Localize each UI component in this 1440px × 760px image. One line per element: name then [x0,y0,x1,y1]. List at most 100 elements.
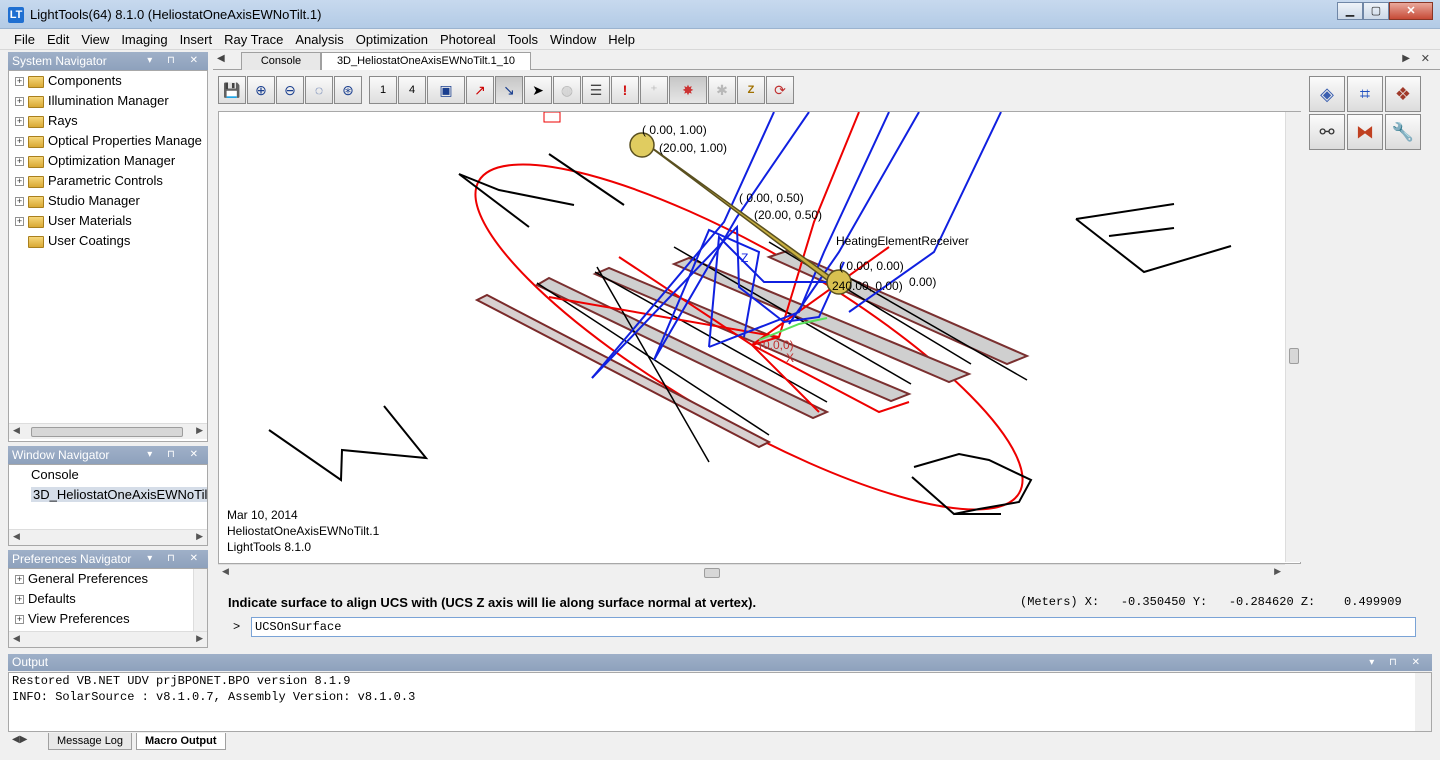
solid-tool-icon[interactable]: ❖ [1385,76,1421,112]
3d-viewport[interactable]: ( 0.00, 1.00) (20.00, 1.00) ( 0.00, 0.50… [218,111,1301,564]
menu-window[interactable]: Window [544,32,602,47]
view-4-icon[interactable]: 4 [398,76,426,104]
panel-controls-icon[interactable]: ▾ ⊓ ✕ [147,52,204,70]
scroll-left-icon[interactable]: ◀ [222,566,229,577]
scroll-right-icon[interactable]: ▶ [196,633,203,644]
rotate-icon[interactable]: ⟳ [766,76,794,104]
folder-icon [28,95,44,108]
window-item-console[interactable]: Console [9,465,207,485]
expand-icon[interactable]: + [15,117,24,127]
scroll-thumb[interactable] [1289,348,1299,364]
panel-controls-icon[interactable]: ▾ ⊓ ✕ [147,446,204,464]
scroll-left-icon[interactable]: ◀ [13,425,20,436]
zoom-fit-icon[interactable]: ⊛ [334,76,362,104]
pref-item-view[interactable]: + View Preferences [9,609,207,629]
zoom-in-icon[interactable]: ⊕ [247,76,275,104]
axes-icon[interactable]: ↗ [466,76,494,104]
expand-icon[interactable]: + [15,615,24,625]
minimize-button[interactable]: ▁ [1337,2,1363,20]
tree-item-components[interactable]: + Components [9,71,207,91]
window-item-3d-view[interactable]: 3D_HeliostatOneAxisEWNoTilt. [9,485,207,505]
pref-item-general[interactable]: + General Preferences [9,569,207,589]
viewport-horizontal-scrollbar[interactable]: ◀ ▶ [218,564,1285,580]
panel-controls-icon[interactable]: ▾ ⊓ ✕ [1369,654,1426,671]
tab-3d-view[interactable]: 3D_HeliostatOneAxisEWNoTilt.1_10 [321,52,531,70]
notes-icon[interactable]: ☰ [582,76,610,104]
scroll-right-icon[interactable]: ▶ [196,531,203,542]
tab-scroll-right-icon[interactable]: ▶ [1402,53,1410,64]
scroll-left-icon[interactable]: ◀ [13,633,20,644]
expand-icon[interactable]: + [15,595,24,605]
menu-photoreal[interactable]: Photoreal [434,32,502,47]
menu-tools[interactable]: Tools [502,32,544,47]
lens-tool-icon[interactable]: ◈ [1309,76,1345,112]
tree-item-studio-manager[interactable]: + Studio Manager [9,191,207,211]
tab-message-log[interactable]: Message Log [48,733,133,750]
wireframe-icon[interactable]: ▣ [427,76,465,104]
menu-insert[interactable]: Insert [174,32,219,47]
error-icon[interactable]: ! [611,76,639,104]
tree-item-user-coatings[interactable]: +User Coatings [9,231,207,251]
scroll-left-icon[interactable]: ◀ [13,531,20,542]
scroll-right-icon[interactable]: ▶ [196,425,203,436]
close-button[interactable]: ✕ [1389,2,1433,20]
tab-close-icon[interactable]: ✕ [1421,52,1430,65]
menu-file[interactable]: File [8,32,41,47]
add-marker-icon[interactable]: ⁺ [640,76,668,104]
pointer-icon[interactable]: ➤ [524,76,552,104]
expand-icon[interactable]: + [15,137,24,147]
tab-scroll-left-icon[interactable]: ◀ [217,53,225,64]
menu-imaging[interactable]: Imaging [115,32,173,47]
receiver-tool-icon[interactable]: ⚯ [1309,114,1345,150]
scroll-thumb[interactable] [704,568,720,578]
panel-controls-icon[interactable]: ▾ ⊓ ✕ [147,550,204,568]
tree-item-optimization-manager[interactable]: + Optimization Manager [9,151,207,171]
source-tool-icon[interactable]: ⧓ [1347,114,1383,150]
vertical-scrollbar[interactable] [1415,673,1431,731]
tab-scroll-icon[interactable]: ◀▶ [12,734,27,745]
expand-icon[interactable]: + [15,217,24,227]
vertical-scrollbar[interactable] [193,569,207,631]
horizontal-scrollbar[interactable]: ◀ ▶ [9,423,207,439]
tree-item-rays[interactable]: + Rays [9,111,207,131]
expand-icon[interactable]: + [15,575,24,585]
menu-ray-trace[interactable]: Ray Trace [218,32,289,47]
expand-icon[interactable]: + [15,157,24,167]
scroll-right-icon[interactable]: ▶ [1274,566,1281,577]
z-icon[interactable]: Z [737,76,765,104]
menu-edit[interactable]: Edit [41,32,75,47]
lens-icon[interactable]: ◍ [553,76,581,104]
tree-item-optical-properties[interactable]: + Optical Properties Manage [9,131,207,151]
menu-optimization[interactable]: Optimization [350,32,434,47]
expand-icon[interactable]: + [15,77,24,87]
wrench-icon[interactable]: 🔧 [1385,114,1421,150]
horizontal-scrollbar[interactable]: ◀ ▶ [9,529,207,545]
expand-icon[interactable]: + [15,177,24,187]
tab-macro-output[interactable]: Macro Output [136,733,226,750]
tree-item-illumination-manager[interactable]: + Illumination Manager [9,91,207,111]
command-input[interactable] [251,617,1416,637]
save-icon[interactable]: 💾 [218,76,246,104]
expand-icon[interactable]: + [15,197,24,207]
menu-view[interactable]: View [75,32,115,47]
menu-help[interactable]: Help [602,32,641,47]
menu-analysis[interactable]: Analysis [289,32,349,47]
pref-item-defaults[interactable]: + Defaults [9,589,207,609]
scroll-thumb[interactable] [31,427,183,437]
bug-icon[interactable]: ✱ [708,76,736,104]
zoom-window-icon[interactable]: ◌ [305,76,333,104]
view-1-icon[interactable]: 1 [369,76,397,104]
tree-item-user-materials[interactable]: + User Materials [9,211,207,231]
freeform-tool-icon[interactable]: ⌗ [1347,76,1383,112]
expand-icon[interactable]: + [15,97,24,107]
3d-scene[interactable]: ( 0.00, 1.00) (20.00, 1.00) ( 0.00, 0.50… [219,112,1286,563]
maximize-button[interactable]: ▢ [1363,2,1389,20]
zoom-out-icon[interactable]: ⊖ [276,76,304,104]
horizontal-scrollbar[interactable]: ◀ ▶ [9,631,207,647]
raytrace-icon[interactable]: ✸ [669,76,707,104]
tab-console[interactable]: Console [241,52,321,70]
viewport-vertical-scrollbar[interactable] [1285,112,1301,562]
heliostat-mirrors[interactable] [474,241,1030,463]
ray-icon[interactable]: ↘ [495,76,523,104]
tree-item-parametric-controls[interactable]: + Parametric Controls [9,171,207,191]
